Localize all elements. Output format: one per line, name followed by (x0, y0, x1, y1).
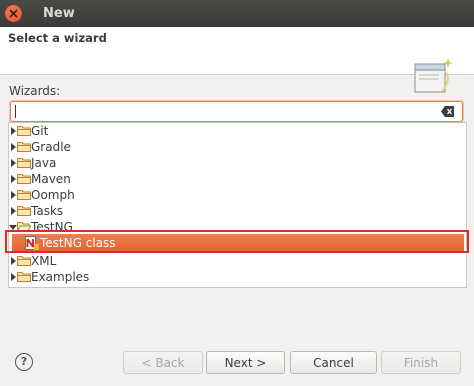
tree-item-xml[interactable]: XML (9, 253, 466, 269)
folder-icon (17, 256, 31, 266)
clear-filter-icon[interactable] (441, 106, 455, 117)
tree-item-git[interactable]: Git (9, 123, 466, 139)
tree-item-maven[interactable]: Maven (9, 171, 466, 187)
close-window-button[interactable] (5, 5, 22, 22)
tree-item-java[interactable]: Java (9, 155, 466, 171)
window-title: New (43, 6, 75, 21)
tree-item-label: Git (31, 124, 49, 138)
tree-item-label: XML (31, 254, 57, 268)
wizard-tree[interactable]: Git Gradle Java Maven Oomph Tasks TestNG (8, 122, 467, 288)
folder-icon (17, 272, 31, 282)
folder-icon (17, 142, 31, 152)
folder-icon (17, 206, 31, 216)
wizard-filter-field[interactable] (10, 101, 463, 122)
expand-arrow-icon[interactable] (11, 159, 16, 167)
expand-arrow-icon[interactable] (11, 257, 16, 265)
expand-arrow-icon[interactable] (11, 175, 16, 183)
help-button[interactable]: ? (15, 353, 33, 371)
tree-item-gradle[interactable]: Gradle (9, 139, 466, 155)
expand-arrow-icon[interactable] (11, 273, 16, 281)
title-bar: New (0, 0, 474, 27)
tree-item-label: Oomph (31, 188, 75, 202)
wizards-label: Wizards: (9, 84, 61, 98)
page-title: Select a wizard (8, 31, 107, 45)
expand-arrow-icon[interactable] (11, 207, 16, 215)
finish-button[interactable]: Finish (381, 351, 461, 374)
expand-arrow-icon[interactable] (11, 127, 16, 135)
expand-arrow-icon[interactable] (11, 143, 16, 151)
expand-arrow-icon[interactable] (11, 191, 16, 199)
wizard-filter-input[interactable] (17, 103, 437, 119)
close-icon (9, 9, 18, 18)
tree-item-oomph[interactable]: Oomph (9, 187, 466, 203)
tree-item-examples[interactable]: Examples (9, 269, 466, 285)
folder-icon (17, 158, 31, 168)
wizard-header: Select a wizard (0, 27, 474, 93)
wizard-banner-icon (414, 58, 453, 93)
folder-icon (17, 174, 31, 184)
folder-icon (17, 190, 31, 200)
tree-item-label: Examples (31, 270, 90, 284)
cancel-button[interactable]: Cancel (290, 351, 377, 374)
tree-item-label: Java (31, 156, 57, 170)
selection-highlight-frame (5, 230, 469, 253)
tree-item-label: Maven (31, 172, 71, 186)
back-button[interactable]: < Back (123, 351, 203, 374)
tree-item-label: Tasks (31, 204, 64, 218)
folder-icon (17, 126, 31, 136)
text-caret (15, 105, 16, 118)
tree-item-tasks[interactable]: Tasks (9, 203, 466, 219)
tree-item-label: Gradle (31, 140, 71, 154)
next-button[interactable]: Next > (206, 351, 285, 374)
